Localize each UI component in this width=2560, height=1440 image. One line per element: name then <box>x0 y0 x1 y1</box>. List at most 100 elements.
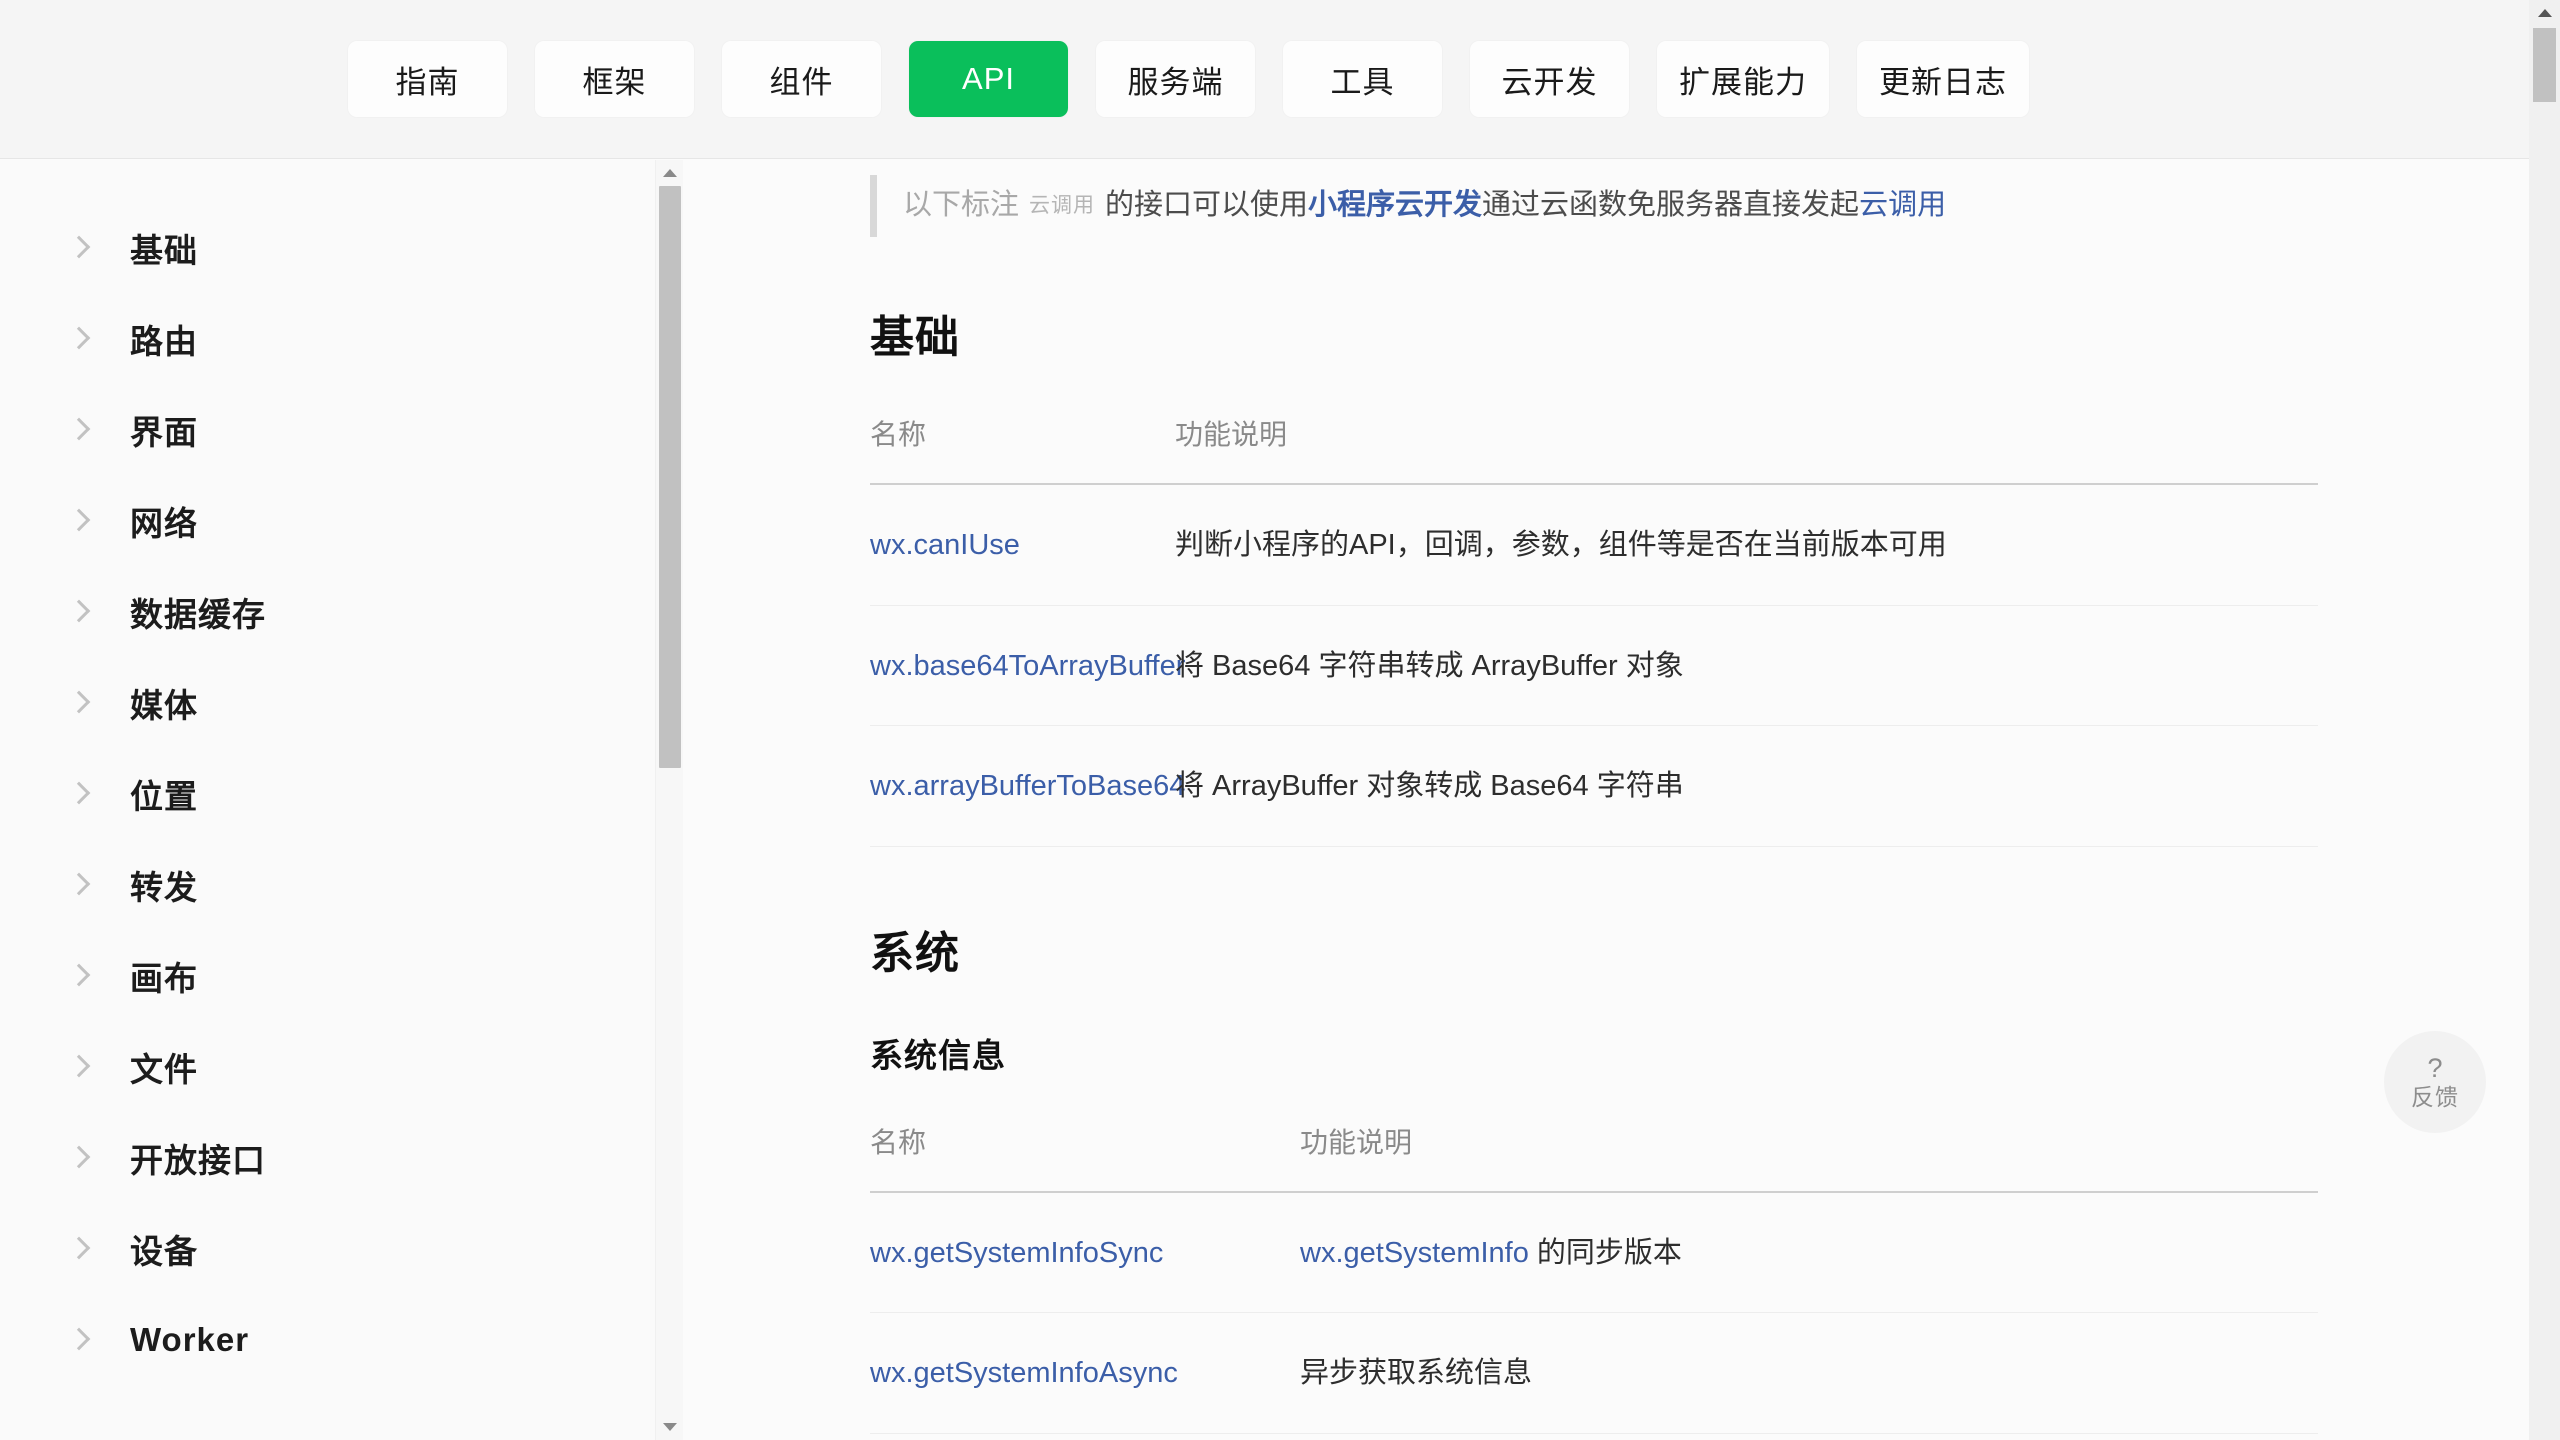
api-desc-cell: 异步获取系统信息 <box>1300 1312 2318 1434</box>
tab-cloud-dev[interactable]: 云开发 <box>1470 41 1629 117</box>
api-name-cell: wx.arrayBufferToBase64 <box>870 725 1185 847</box>
api-name-cell: wx.base64ToArrayBuffer <box>870 605 1185 727</box>
tab-extensions[interactable]: 扩展能力 <box>1657 41 1829 117</box>
sidebar-item-label: 数据缓存 <box>130 595 266 633</box>
chevron-right-icon <box>68 1147 90 1169</box>
cloud-call-link[interactable]: 云调用 <box>1859 184 1946 228</box>
sidebar-item-basics[interactable]: 基础 <box>0 202 660 293</box>
tab-framework[interactable]: 框架 <box>535 41 694 117</box>
api-desc-cell: 将 Base64 字符串转成 ArrayBuffer 对象 <box>1175 605 2318 727</box>
sidebar-item-device[interactable]: 设备 <box>0 1203 660 1294</box>
api-link[interactable]: wx.canIUse <box>870 529 1020 561</box>
sidebar-item-label: 开放接口 <box>130 1141 266 1179</box>
sidebar-item-canvas[interactable]: 画布 <box>0 930 660 1021</box>
api-table-system-info: 名称 功能说明 wx.getSystemInfoSync wx.getSyste… <box>870 1120 2318 1434</box>
api-link[interactable]: wx.base64ToArrayBuffer <box>870 650 1185 682</box>
sidebar-item-label: Worker <box>130 1320 250 1358</box>
sidebar-item-network[interactable]: 网络 <box>0 475 660 566</box>
sidebar-item-open-api[interactable]: 开放接口 <box>0 1112 660 1203</box>
cloud-call-notice: 以下标注 云调用 的接口可以使用 小程序云开发 通过云函数免服务器直接发起 云调… <box>870 175 2529 237</box>
sidebar-item-data-cache[interactable]: 数据缓存 <box>0 566 660 657</box>
sidebar-item-file[interactable]: 文件 <box>0 1021 660 1112</box>
chevron-right-icon <box>68 419 90 441</box>
table-row: wx.getSystemInfoSync wx.getSystemInfo 的同… <box>870 1191 2318 1314</box>
tab-server[interactable]: 服务端 <box>1096 41 1255 117</box>
sidebar-item-label: 画布 <box>130 959 198 997</box>
api-link[interactable]: wx.arrayBufferToBase64 <box>870 770 1185 802</box>
feedback-label: 反馈 <box>2411 1084 2459 1110</box>
sidebar-item-label: 基础 <box>130 231 198 269</box>
question-mark-icon: ? <box>2427 1053 2443 1083</box>
sidebar-item-route[interactable]: 路由 <box>0 293 660 384</box>
tab-label: 服务端 <box>1127 64 1224 100</box>
section-title: 基础 <box>870 313 960 362</box>
sidebar-scrollbar[interactable] <box>655 160 683 1440</box>
tab-label: 扩展能力 <box>1679 64 1807 100</box>
api-link[interactable]: wx.getSystemInfoAsync <box>870 1357 1178 1389</box>
api-desc-link[interactable]: wx.getSystemInfo <box>1300 1237 1529 1269</box>
table-row: wx.arrayBufferToBase64 将 ArrayBuffer 对象转… <box>870 725 2318 847</box>
page-root: 指南 框架 组件 API 服务端 工具 云开发 扩展能力 更新日志 基础 路由 … <box>0 0 2560 1440</box>
page-scrollbar-thumb[interactable] <box>2533 28 2556 102</box>
sidebar-item-location[interactable]: 位置 <box>0 748 660 839</box>
table-row: wx.canIUse 判断小程序的API，回调，参数，组件等是否在当前版本可用 <box>870 484 2318 606</box>
table-header-row: 名称 功能说明 <box>870 413 2318 485</box>
table-row: wx.getSystemInfoAsync 异步获取系统信息 <box>870 1312 2318 1434</box>
notice-middle-2: 通过云函数免服务器直接发起 <box>1482 189 1860 222</box>
table-header-row: 名称 功能说明 <box>870 1120 2318 1193</box>
api-desc-cell: 将 ArrayBuffer 对象转成 Base64 字符串 <box>1175 725 2318 847</box>
tab-label: 云开发 <box>1501 64 1598 100</box>
api-name-cell: wx.canIUse <box>870 484 1175 606</box>
chevron-right-icon <box>68 692 90 714</box>
tab-label: API <box>962 61 1015 96</box>
cloud-call-badge: 云调用 <box>1029 194 1096 218</box>
chevron-right-icon <box>68 328 90 350</box>
notice-prefix: 以下标注 <box>903 189 1020 222</box>
api-name-cell: wx.getSystemInfoAsync <box>870 1312 1300 1434</box>
tab-api[interactable]: API <box>909 41 1068 117</box>
api-name-cell: wx.getSystemInfoSync <box>870 1191 1300 1314</box>
tab-tools[interactable]: 工具 <box>1283 41 1442 117</box>
sidebar-item-interface[interactable]: 界面 <box>0 384 660 475</box>
chevron-right-icon <box>68 237 90 259</box>
sidebar-item-label: 位置 <box>130 777 198 815</box>
section-basics: 基础 名称 功能说明 wx.canIUse 判断小程序的API，回调，参数，组件… <box>870 301 2318 847</box>
chevron-right-icon <box>68 1056 90 1078</box>
scroll-up-arrow-icon[interactable] <box>662 169 677 177</box>
tab-label: 工具 <box>1330 64 1395 100</box>
sidebar-item-label: 网络 <box>130 504 198 542</box>
sidebar-item-label: 路由 <box>130 322 198 360</box>
sidebar-item-label: 文件 <box>130 1050 198 1088</box>
feedback-button[interactable]: ? 反馈 <box>2384 1031 2486 1133</box>
page-scrollbar[interactable] <box>2529 0 2560 1440</box>
section-title: 系统 <box>870 928 960 978</box>
notice-middle: 的接口可以使用 <box>1105 189 1309 222</box>
column-header-name: 名称 <box>870 1120 1300 1193</box>
column-header-name: 名称 <box>870 413 1175 485</box>
sidebar-scrollbar-thumb[interactable] <box>659 186 681 768</box>
tab-label: 框架 <box>582 64 647 100</box>
tab-components[interactable]: 组件 <box>722 41 881 117</box>
sidebar-item-worker[interactable]: Worker <box>0 1294 660 1385</box>
chevron-right-icon <box>68 1238 90 1260</box>
tab-changelog[interactable]: 更新日志 <box>1857 41 2029 117</box>
chevron-right-icon <box>68 1329 90 1351</box>
scroll-up-arrow-icon[interactable] <box>2537 9 2552 17</box>
chevron-right-icon <box>68 783 90 805</box>
sidebar-item-label: 媒体 <box>130 686 198 724</box>
table-row: wx.base64ToArrayBuffer 将 Base64 字符串转成 Ar… <box>870 605 2318 727</box>
tab-guide[interactable]: 指南 <box>348 41 507 117</box>
chevron-right-icon <box>68 965 90 987</box>
sidebar-item-forward[interactable]: 转发 <box>0 839 660 930</box>
main-content: 以下标注 云调用 的接口可以使用 小程序云开发 通过云函数免服务器直接发起 云调… <box>683 160 2529 1440</box>
tab-label: 更新日志 <box>1879 64 2007 100</box>
api-desc-suffix: 的同步版本 <box>1528 1236 1682 1269</box>
sidebar-item-label: 设备 <box>130 1232 198 1270</box>
sidebar-item-media[interactable]: 媒体 <box>0 657 660 748</box>
api-link[interactable]: wx.getSystemInfoSync <box>870 1237 1163 1269</box>
mini-program-cloud-dev-link[interactable]: 小程序云开发 <box>1308 184 1482 228</box>
scroll-down-arrow-icon[interactable] <box>662 1423 677 1431</box>
chevron-right-icon <box>68 601 90 623</box>
column-header-desc: 功能说明 <box>1175 413 2318 485</box>
sidebar-item-label: 转发 <box>130 868 198 906</box>
